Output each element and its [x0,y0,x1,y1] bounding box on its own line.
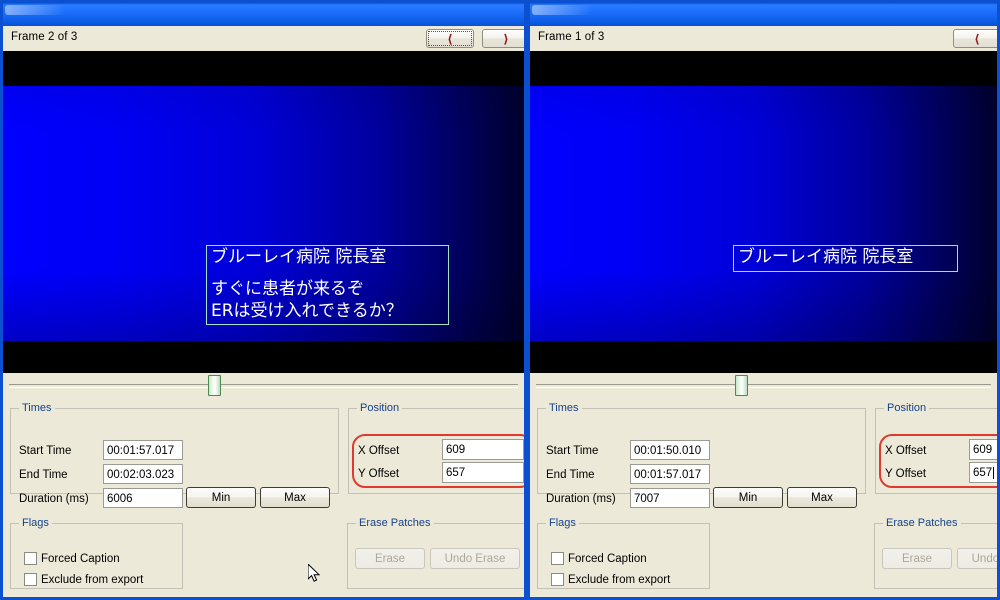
start-time-label: Start Time [546,445,599,457]
text-caret [993,467,995,479]
mouse-cursor [308,564,320,582]
focus-ring [428,31,472,46]
erase-patches-group-label: Erase Patches [356,517,434,529]
subtitle-line-4: ERは受け入れできるか？ [211,300,403,321]
next-frame-button[interactable]: ⟩ [482,29,524,48]
frame-bar-left: Frame 2 of 3 ⟨ ⟩ [3,26,524,51]
forced-caption-label: Forced Caption [568,553,647,565]
previous-frame-button[interactable]: ⟨ [953,29,997,48]
exclude-from-export-label: Exclude from export [41,574,144,586]
subtitle-selection-box[interactable]: ブルーレイ病院 院長室 [733,245,958,272]
slider-thumb[interactable] [735,375,748,396]
subtitle-line-1: ブルーレイ病院 院長室 [738,247,914,267]
flags-group-label: Flags [19,517,52,529]
duration-input[interactable]: 7007 [630,488,710,508]
forced-caption-checkbox[interactable] [551,552,564,565]
end-time-input[interactable]: 00:02:03.023 [103,464,183,484]
x-offset-input[interactable]: 609 [969,439,997,460]
chevron-right-icon: ⟩ [503,31,509,46]
erase-button[interactable]: Erase [355,548,425,569]
times-group-label: Times [19,402,55,414]
flags-group-label: Flags [546,517,579,529]
frame-position-slider-left[interactable] [3,373,524,396]
x-offset-label: X Offset [885,445,927,457]
y-offset-label: Y Offset [885,468,927,480]
x-offset-label: X Offset [358,445,400,457]
y-offset-value: 657 [973,467,993,479]
window-client-right: Frame 1 of 3 ⟨ ⟩ ブルーレイ病院 院長室 Times [530,26,997,597]
undo-erase-button[interactable]: Undo Erase [430,548,520,569]
desktop: Frame 2 of 3 ⟨ ⟩ ブルーレイ病院 院長室 すぐに患者が来るぞ E… [0,0,1000,600]
duration-label: Duration (ms) [19,493,89,505]
exclude-from-export-label: Exclude from export [568,574,671,586]
end-time-label: End Time [19,469,68,481]
subtitle-line-3: すぐに患者が来るぞ [211,278,364,299]
frame-counter-label: Frame 2 of 3 [11,31,78,43]
frame-position-slider-right[interactable] [530,373,997,396]
frame-bar-right: Frame 1 of 3 ⟨ ⟩ [530,26,997,51]
y-offset-input[interactable]: 657 [969,462,997,483]
subtitle-editor-window-left: Frame 2 of 3 ⟨ ⟩ ブルーレイ病院 院長室 すぐに患者が来るぞ E… [0,0,527,600]
end-time-input[interactable]: 00:01:57.017 [630,464,710,484]
end-time-label: End Time [546,469,595,481]
erase-button[interactable]: Erase [882,548,952,569]
start-time-label: Start Time [19,445,72,457]
slider-track [536,384,991,388]
subtitle-line-1: ブルーレイ病院 院長室 [211,247,387,267]
subtitle-line-2 [211,269,444,279]
video-preview-right[interactable]: ブルーレイ病院 院長室 [530,51,997,373]
forced-caption-label: Forced Caption [41,553,120,565]
x-offset-input[interactable]: 609 [442,439,524,460]
y-offset-label: Y Offset [358,468,400,480]
position-group-label: Position [357,402,403,414]
exclude-from-export-checkbox[interactable] [551,573,564,586]
times-group-label: Times [546,402,582,414]
subtitle-editor-window-right: Frame 1 of 3 ⟨ ⟩ ブルーレイ病院 院長室 Times [527,0,1000,600]
min-duration-button[interactable]: Min [713,487,783,508]
title-bar-right[interactable] [530,3,997,26]
duration-input[interactable]: 6006 [103,488,183,508]
start-time-input[interactable]: 00:01:57.017 [103,440,183,460]
chevron-left-icon: ⟨ [974,31,980,46]
position-group-label: Position [884,402,930,414]
min-duration-button[interactable]: Min [186,487,256,508]
start-time-input[interactable]: 00:01:50.010 [630,440,710,460]
video-preview-left[interactable]: ブルーレイ病院 院長室 すぐに患者が来るぞ ERは受け入れできるか？ [3,51,524,373]
exclude-from-export-checkbox[interactable] [24,573,37,586]
video-frame-image [530,86,997,341]
forced-caption-checkbox[interactable] [24,552,37,565]
title-bar-left[interactable] [3,3,524,26]
erase-patches-group-label: Erase Patches [883,517,961,529]
max-duration-button[interactable]: Max [787,487,857,508]
slider-thumb[interactable] [208,375,221,396]
slider-track [9,384,518,388]
y-offset-input[interactable]: 657 [442,462,524,483]
frame-counter-label: Frame 1 of 3 [538,31,605,43]
previous-frame-button[interactable]: ⟨ [426,29,474,48]
duration-label: Duration (ms) [546,493,616,505]
max-duration-button[interactable]: Max [260,487,330,508]
subtitle-selection-box[interactable]: ブルーレイ病院 院長室 すぐに患者が来るぞ ERは受け入れできるか？ [206,245,449,326]
window-client-left: Frame 2 of 3 ⟨ ⟩ ブルーレイ病院 院長室 すぐに患者が来るぞ E… [3,26,524,597]
undo-erase-button[interactable]: Undo Erase [957,548,997,569]
